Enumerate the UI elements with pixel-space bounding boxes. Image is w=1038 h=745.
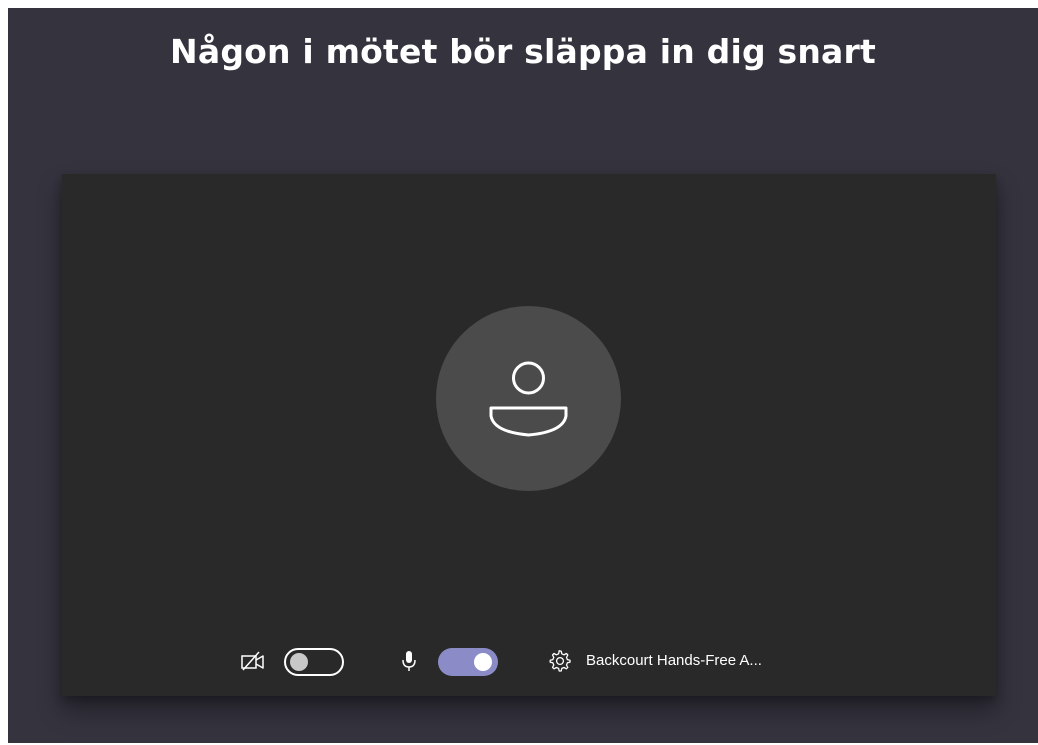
audio-device-label[interactable]: Backcourt Hands-Free A... (586, 652, 762, 669)
microphone-toggle-knob (474, 653, 492, 671)
gear-icon[interactable] (548, 649, 572, 677)
video-preview: Backcourt Hands-Free A... (62, 174, 996, 696)
avatar (436, 306, 621, 491)
camera-off-icon (240, 650, 266, 676)
microphone-icon (400, 649, 418, 677)
person-icon (489, 361, 568, 437)
camera-toggle[interactable] (284, 648, 344, 676)
device-controls: Backcourt Hands-Free A... (62, 646, 996, 676)
microphone-toggle[interactable] (438, 648, 498, 676)
pre-join-screen: Någon i mötet bör släppa in dig snart Ba… (8, 8, 1038, 743)
camera-toggle-knob (290, 653, 308, 671)
page-title: Någon i mötet bör släppa in dig snart (170, 32, 876, 71)
